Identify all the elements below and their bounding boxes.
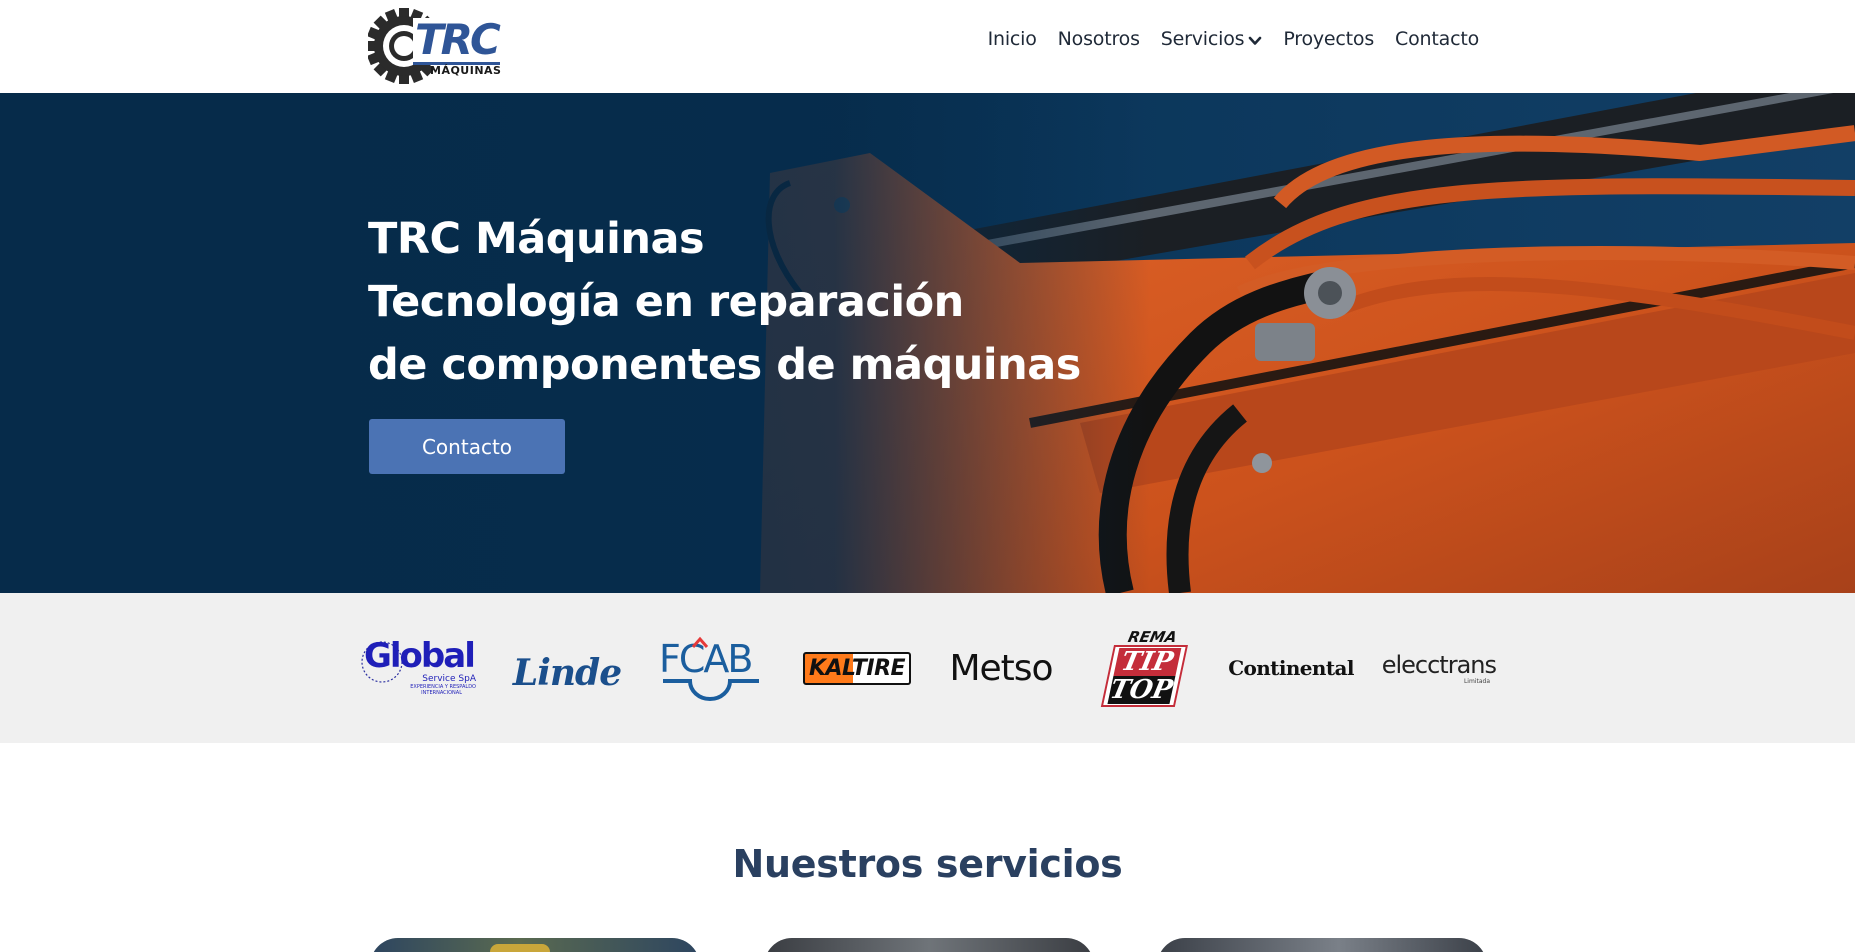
client-logo-linde: Linde [503,593,631,743]
nav-nosotros[interactable]: Nosotros [1058,28,1140,50]
client-tag2-global: INTERNACIONAL [421,690,462,696]
service-card-2[interactable] [764,938,1094,952]
client-name-top: TOP [1107,674,1176,705]
services-heading: Nuestros servicios [732,842,1123,886]
hero-line-2: Tecnología en reparación [368,277,964,327]
nav-nosotros-label: Nosotros [1057,28,1140,50]
client-name-metso: Metso [949,647,1053,689]
hero-line-3: de componentes de máquinas [368,340,1081,390]
client-logo-kaltire: KALTIRE [797,593,917,743]
client-logo-global: Global Service SpA EXPERIENCIA Y RESPALD… [360,593,480,743]
client-name-kaltire: KALTIRE [802,651,912,685]
service-card-1-image [490,944,550,952]
client-name-continental: Continental [1228,656,1354,680]
client-logo-continental: Continental [1228,593,1354,743]
client-logo-fcab: FCAB [655,593,767,743]
nav-proyectos-label: Proyectos [1283,28,1375,50]
service-card-3[interactable] [1157,938,1487,952]
site-header: TRC MÁQUINAS Inicio Nosotros Servicios P… [0,0,1855,93]
fcab-arc-icon [663,636,759,701]
service-card-1[interactable] [370,938,700,952]
nav-contacto-label: Contacto [1395,28,1479,50]
chevron-down-icon [1249,36,1262,45]
trc-logo[interactable]: TRC MÁQUINAS [366,6,508,84]
nav-servicios[interactable]: Servicios [1161,28,1263,50]
client-logo-elecctrans: elecctrans Limitada [1378,593,1497,743]
hero-heading: TRC Máquinas Tecnología en reparación de… [368,208,1081,397]
nav-servicios-label: Servicios [1160,28,1245,50]
nav-contacto[interactable]: Contacto [1395,28,1479,50]
logo-subtext: MÁQUINAS [430,64,502,77]
nav-proyectos[interactable]: Proyectos [1283,28,1374,50]
client-name-tip: TIP [1113,647,1182,677]
client-name-elecctrans: elecctrans [1381,650,1497,679]
client-logo-rematiptop: REMA TIP TOP [1098,593,1194,743]
hero-line-1: TRC Máquinas [368,214,705,264]
hero-section: TRC Máquinas Tecnología en reparación de… [0,93,1855,593]
hero-contact-button[interactable]: Contacto [369,419,565,474]
nav-inicio[interactable]: Inicio [988,28,1037,50]
client-logo-metso: Metso [940,593,1062,743]
client-name-rema: REMA [1126,627,1179,646]
main-nav: Inicio Nosotros Servicios Proyectos Cont… [988,28,1480,50]
service-card-2-image [764,938,1094,952]
client-name-global: Global [364,636,476,676]
service-card-3-image [1157,938,1487,952]
client-sub-elecctrans: Limitada [1463,677,1490,685]
nav-inicio-label: Inicio [987,28,1037,50]
client-name-linde: Linde [512,652,622,694]
logo-text: TRC [413,15,501,65]
clients-strip: Global Service SpA EXPERIENCIA Y RESPALD… [0,593,1855,743]
